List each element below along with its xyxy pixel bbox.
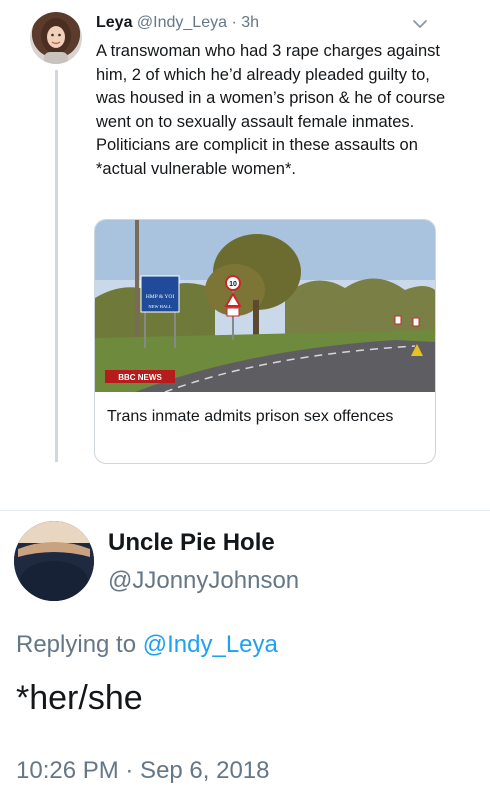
speed-sign-text: 10 xyxy=(229,281,237,288)
reply-text: *her/she xyxy=(16,679,143,717)
reply-timestamp[interactable]: 10:26 PM · Sep 6, 2018 xyxy=(16,757,270,785)
leya-avatar[interactable] xyxy=(30,12,82,64)
reply-author-handle[interactable]: @JJonnyJohnson xyxy=(108,567,299,595)
reply-author-name[interactable]: Uncle Pie Hole xyxy=(108,529,275,557)
replying-to-mention[interactable]: @Indy_Leya xyxy=(143,631,278,658)
author-name[interactable]: Leya xyxy=(96,14,132,31)
uncle-pie-hole-avatar[interactable] xyxy=(14,521,94,601)
chevron-down-icon[interactable] xyxy=(410,14,430,34)
time-ago[interactable]: 3h xyxy=(241,14,259,31)
card-title[interactable]: Trans inmate admits prison sex offences xyxy=(107,405,427,428)
tweet-header: Leya @Indy_Leya · 3h xyxy=(96,12,259,34)
road-sign-photo-icon: HMP & YOI NEW HALL 10 BBC NEWS xyxy=(95,220,435,392)
bbc-news-watermark: BBC NEWS xyxy=(118,373,162,382)
replying-to-line: Replying to @Indy_Leya xyxy=(16,631,278,659)
sign-text-1: HMP & YOI xyxy=(146,294,174,300)
profile-photo-icon xyxy=(41,18,71,64)
reply-tweet[interactable]: Uncle Pie Hole @JJonnyJohnson Replying t… xyxy=(0,510,490,810)
sign-text-2: NEW HALL xyxy=(148,304,172,309)
replying-to-label: Replying to xyxy=(16,631,137,658)
thread-connector-line xyxy=(55,70,58,462)
quoted-tweet[interactable]: Leya @Indy_Leya · 3h A transwoman who ha… xyxy=(0,0,490,468)
tweet-text: A transwoman who had 3 rape charges agai… xyxy=(96,42,446,178)
author-handle[interactable]: @Indy_Leya xyxy=(137,14,227,31)
link-preview-card[interactable]: HMP & YOI NEW HALL 10 BBC NEWS Trans inm… xyxy=(94,219,436,464)
separator: · xyxy=(231,14,237,31)
profile-photo-icon xyxy=(14,521,94,601)
